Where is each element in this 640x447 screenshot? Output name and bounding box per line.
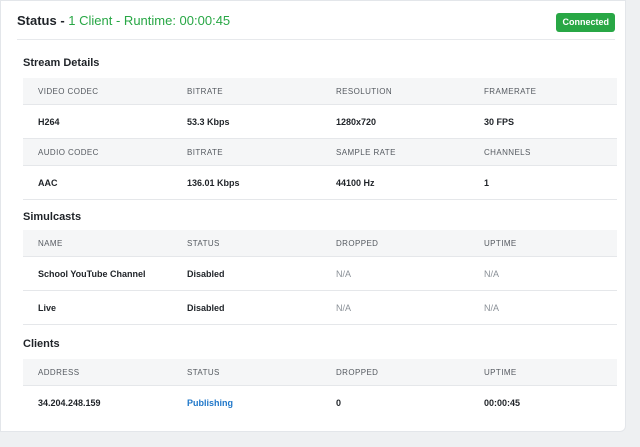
connection-status-badge[interactable]: Connected	[556, 13, 615, 32]
column-header: AUDIO CODEC	[38, 147, 99, 157]
table-row: 34.204.248.159 Publishing 0 00:00:45	[23, 386, 617, 419]
simulcast-uptime: N/A	[484, 302, 500, 313]
status-title: Status - 1 Client - Runtime: 00:00:45	[17, 13, 230, 29]
video-codec-value: H264	[38, 116, 60, 127]
simulcast-dropped: N/A	[336, 302, 352, 313]
column-header: RESOLUTION	[336, 86, 393, 96]
column-header: ADDRESS	[38, 367, 80, 377]
simulcast-status: Disabled	[187, 302, 225, 313]
client-status-link[interactable]: Publishing	[187, 386, 233, 419]
column-header: BITRATE	[187, 147, 223, 157]
column-header: DROPPED	[336, 367, 379, 377]
video-data-row: H264 53.3 Kbps 1280x720 30 FPS	[23, 105, 617, 139]
column-header: STATUS	[187, 367, 220, 377]
clients-header-row: ADDRESS STATUS DROPPED UPTIME	[23, 359, 617, 386]
column-header: SAMPLE RATE	[336, 147, 396, 157]
sample-rate-value: 44100 Hz	[336, 177, 375, 188]
client-dropped: 0	[336, 397, 342, 408]
column-header: DROPPED	[336, 238, 379, 248]
audio-data-row: AAC 136.01 Kbps 44100 Hz 1	[23, 166, 617, 200]
status-summary: 1 Client - Runtime: 00:00:45	[68, 13, 231, 28]
audio-codec-value: AAC	[38, 177, 58, 188]
column-header: NAME	[38, 238, 63, 248]
stream-details-title: Stream Details	[23, 57, 100, 69]
column-header: FRAMERATE	[484, 86, 537, 96]
simulcast-uptime: N/A	[484, 268, 500, 279]
client-uptime: 00:00:45	[484, 397, 521, 408]
simulcasts-header-row: NAME STATUS DROPPED UPTIME	[23, 230, 617, 257]
stream-details-table: VIDEO CODEC BITRATE RESOLUTION FRAMERATE…	[23, 78, 617, 200]
column-header: CHANNELS	[484, 147, 531, 157]
audio-bitrate-value: 136.01 Kbps	[187, 177, 240, 188]
simulcast-name: Live	[38, 302, 57, 313]
status-separator: -	[56, 13, 69, 28]
video-bitrate-value: 53.3 Kbps	[187, 116, 230, 127]
clients-table: ADDRESS STATUS DROPPED UPTIME 34.204.248…	[23, 359, 617, 419]
column-header: VIDEO CODEC	[38, 86, 99, 96]
column-header: BITRATE	[187, 86, 223, 96]
resolution-value: 1280x720	[336, 116, 377, 127]
audio-header-row: AUDIO CODEC BITRATE SAMPLE RATE CHANNELS	[23, 139, 617, 166]
status-label: Status	[17, 13, 57, 28]
channels-value: 1	[484, 177, 490, 188]
column-header: UPTIME	[484, 238, 517, 248]
simulcast-dropped: N/A	[336, 268, 352, 279]
clients-title: Clients	[23, 338, 60, 350]
status-card: Status - 1 Client - Runtime: 00:00:45 Co…	[0, 0, 626, 432]
simulcasts-table: NAME STATUS DROPPED UPTIME School YouTub…	[23, 230, 617, 325]
column-header: STATUS	[187, 238, 220, 248]
simulcasts-title: Simulcasts	[23, 211, 82, 223]
client-address: 34.204.248.159	[38, 397, 101, 408]
simulcast-name: School YouTube Channel	[38, 268, 146, 279]
framerate-value: 30 FPS	[484, 116, 515, 127]
table-row: School YouTube Channel Disabled N/A N/A	[23, 257, 617, 291]
video-header-row: VIDEO CODEC BITRATE RESOLUTION FRAMERATE	[23, 78, 617, 105]
simulcast-status: Disabled	[187, 268, 225, 279]
column-header: UPTIME	[484, 367, 517, 377]
table-row: Live Disabled N/A N/A	[23, 291, 617, 325]
status-header: Status - 1 Client - Runtime: 00:00:45 Co…	[17, 1, 615, 40]
